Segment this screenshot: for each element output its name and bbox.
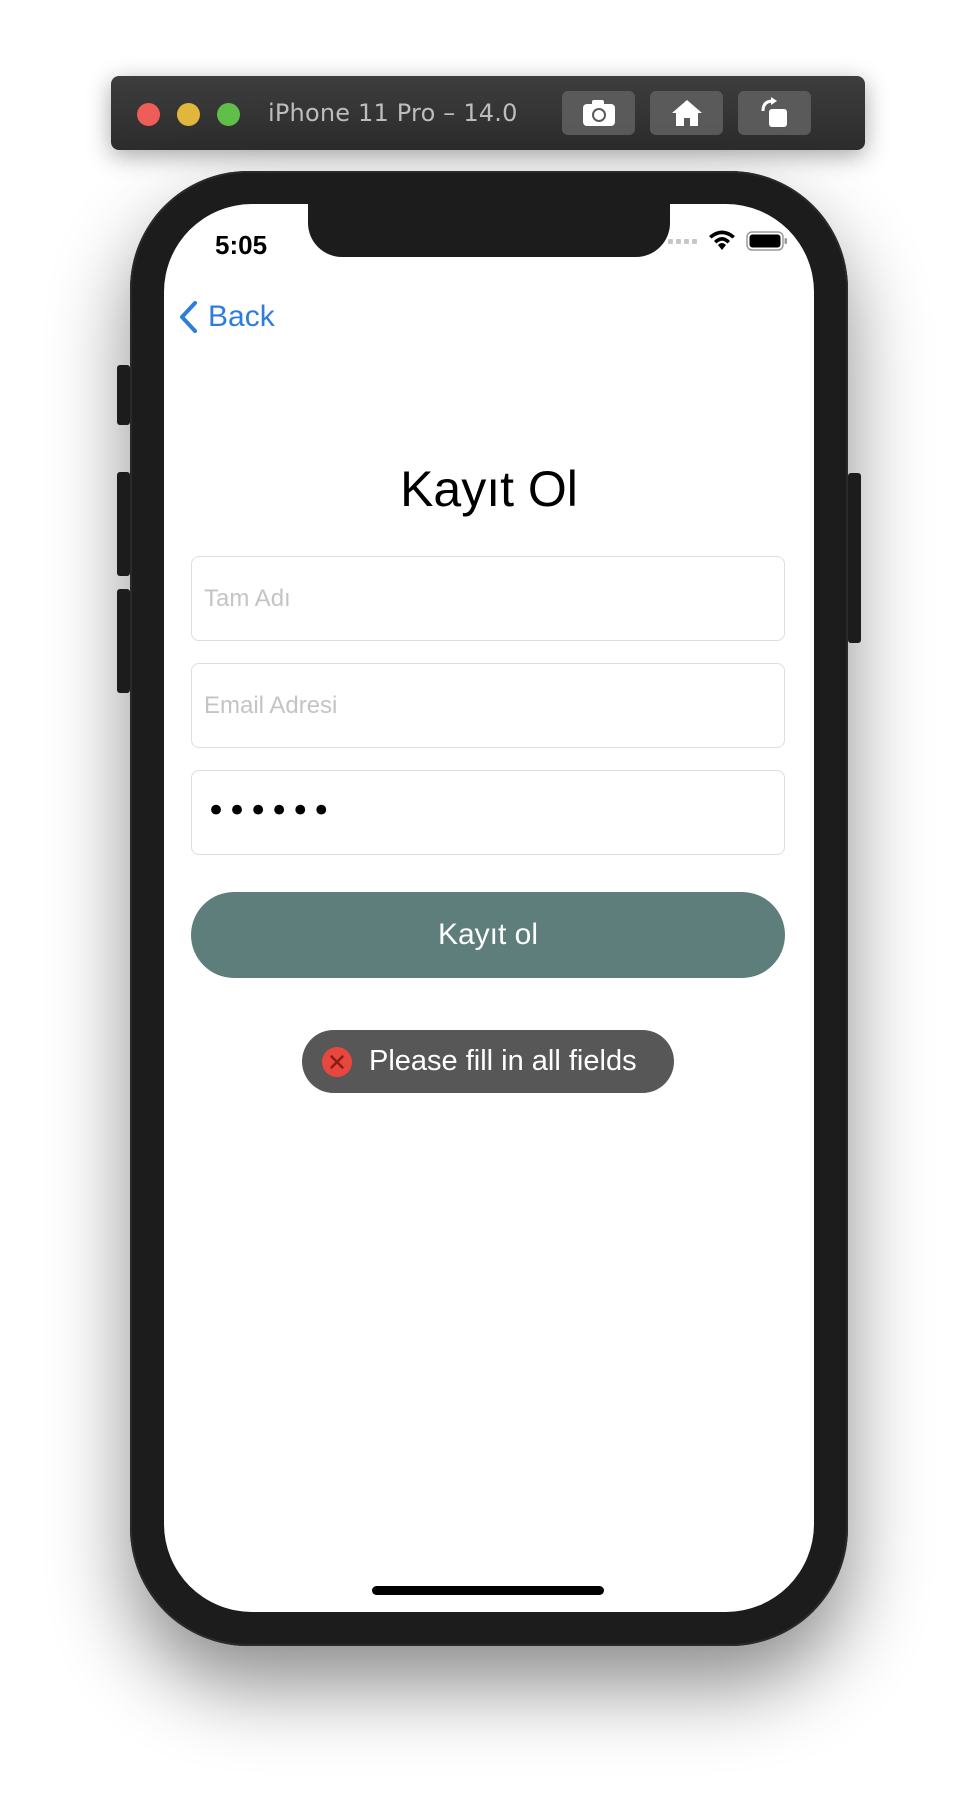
password-field[interactable]: •••••• <box>191 770 785 855</box>
back-button[interactable]: Back <box>178 300 275 334</box>
battery-icon <box>746 231 787 251</box>
error-toast: Please fill in all fields <box>302 1030 674 1093</box>
simulator-window: iPhone 11 Pro – 14.0 5:05 Back Kayıt Ol … <box>0 0 976 1794</box>
page-title: Kayıt Ol <box>400 461 578 517</box>
signal-icon <box>668 239 697 244</box>
power-button <box>848 473 861 643</box>
phone-screen: 5:05 Back Kayıt Ol Tam Adı Email Adresi … <box>164 204 814 1612</box>
full-name-field[interactable] <box>191 556 785 641</box>
home-button[interactable] <box>650 91 723 135</box>
register-button[interactable]: Kayıt ol <box>191 892 785 978</box>
close-window-button[interactable] <box>137 103 160 126</box>
zoom-window-button[interactable] <box>217 103 240 126</box>
rotate-icon <box>761 97 787 127</box>
home-indicator[interactable] <box>372 1586 604 1595</box>
volume-up-button <box>117 472 130 576</box>
simulator-title: iPhone 11 Pro – 14.0 <box>268 99 518 127</box>
chevron-left-icon <box>180 301 197 333</box>
error-icon <box>322 1046 352 1077</box>
password-value: •••••• <box>206 791 333 831</box>
toast-message: Please fill in all fields <box>369 1045 637 1077</box>
email-input[interactable] <box>192 664 784 747</box>
status-time: 5:05 <box>215 230 268 260</box>
email-field[interactable] <box>191 663 785 748</box>
notch <box>308 204 670 257</box>
back-label: Back <box>208 300 275 333</box>
rotate-button[interactable] <box>738 91 811 135</box>
mute-switch <box>117 365 130 425</box>
simulator-toolbar: iPhone 11 Pro – 14.0 <box>111 76 865 150</box>
screenshot-icon <box>582 100 615 126</box>
home-icon <box>671 100 702 126</box>
minimize-window-button[interactable] <box>177 103 200 126</box>
screenshot-button[interactable] <box>562 91 635 135</box>
status-icons <box>668 230 788 252</box>
wifi-icon <box>709 230 735 250</box>
volume-down-button <box>117 589 130 693</box>
full-name-input[interactable] <box>192 557 784 640</box>
